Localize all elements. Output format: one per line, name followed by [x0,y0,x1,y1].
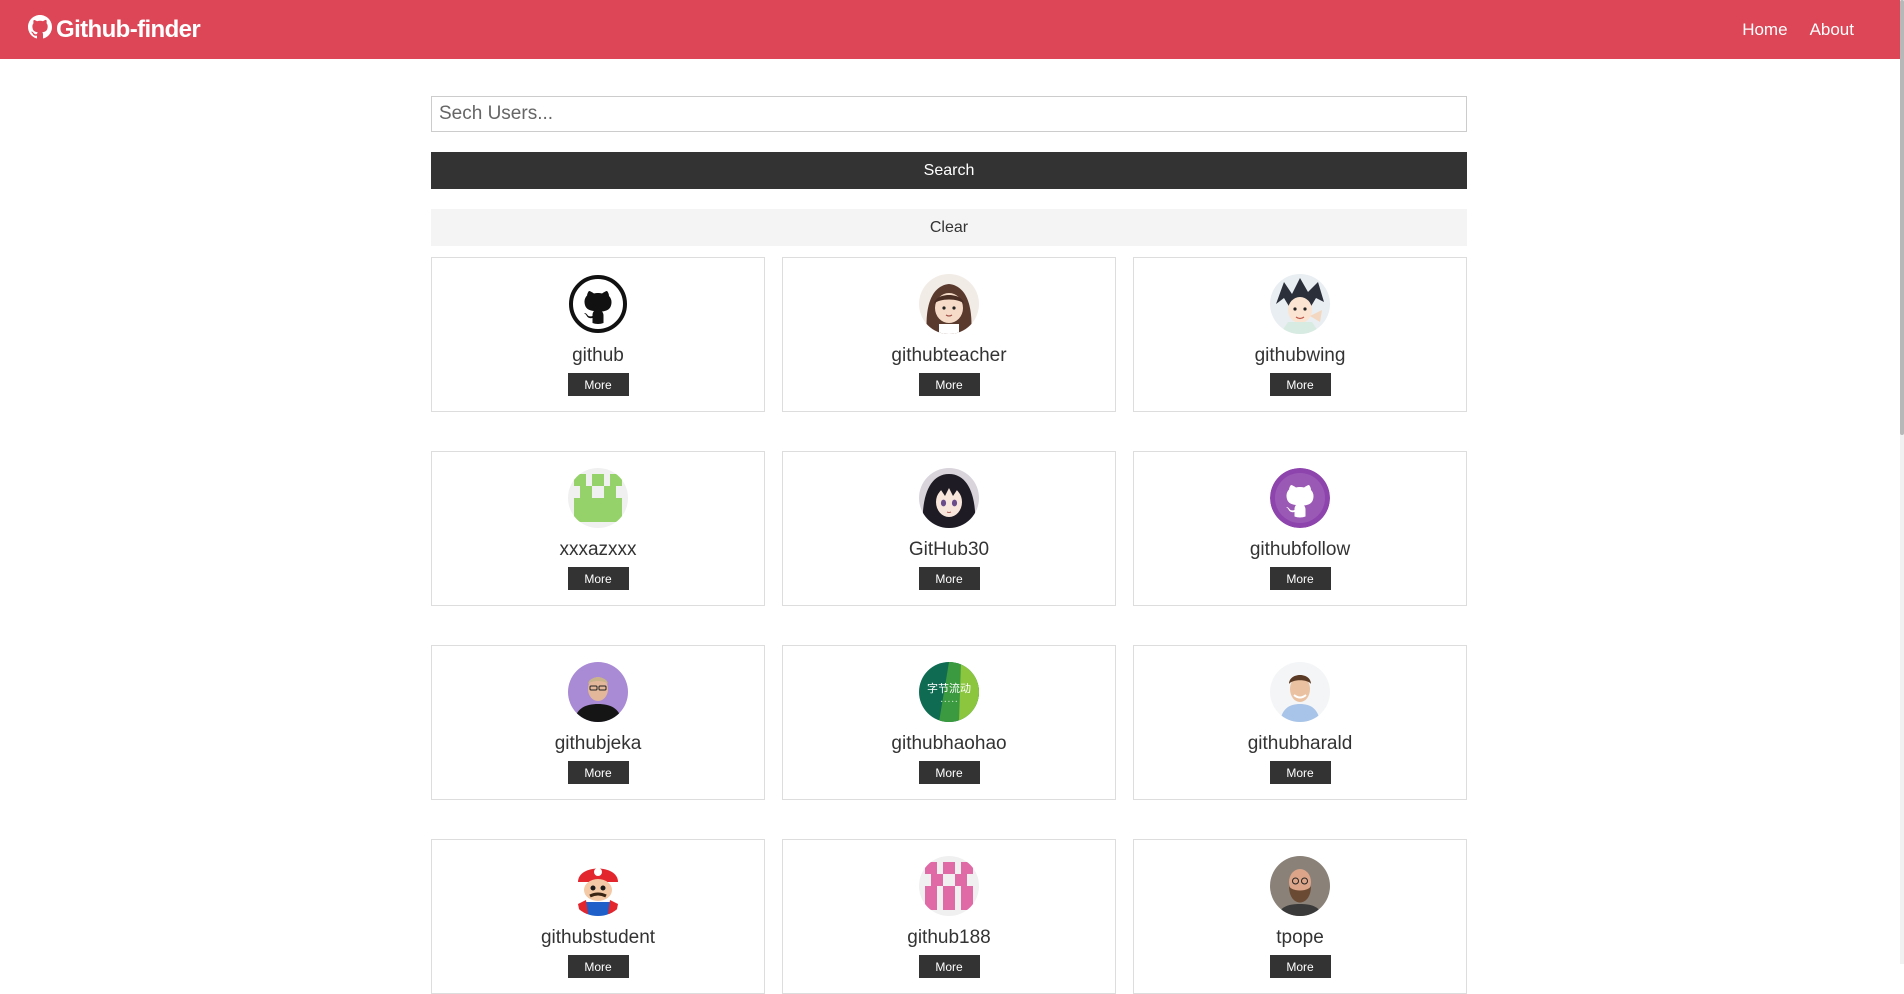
clear-button[interactable]: Clear [431,209,1467,246]
more-button[interactable]: More [567,373,629,396]
more-button[interactable]: More [1269,373,1331,396]
user-card: tpope More [1133,839,1467,994]
search-input[interactable] [431,96,1467,132]
user-login: githubharald [1247,733,1353,754]
more-button[interactable]: More [1269,955,1331,978]
avatar [568,662,628,722]
user-login: githubwing [1254,345,1346,366]
more-button[interactable]: More [918,373,980,396]
avatar [919,856,979,916]
more-button[interactable]: More [567,955,629,978]
user-card: xxxazxxx More [431,451,765,606]
avatar [1270,274,1330,334]
user-card: githubfollow More [1133,451,1467,606]
user-login: xxxazxxx [559,539,637,560]
navbar: Github-finder Home About [0,0,1900,59]
user-card: GitHub30 More [782,451,1116,606]
more-button[interactable]: More [567,761,629,784]
user-card: githubjeka More [431,645,765,800]
user-card: githubharald More [1133,645,1467,800]
nav-link-home[interactable]: Home [1742,20,1787,40]
more-button[interactable]: More [918,955,980,978]
brand-link[interactable]: Github-finder [28,15,201,44]
brand-title: Github-finder [56,15,201,43]
avatar [1270,662,1330,722]
avatar [568,274,628,334]
search-form: Search Clear [431,96,1467,246]
user-login: githubjeka [554,733,642,754]
scrollbar-track[interactable] [1900,0,1904,964]
avatar [919,468,979,528]
github-icon [28,15,56,44]
user-card: github More [431,257,765,412]
nav-link-about[interactable]: About [1810,20,1854,40]
avatar [919,274,979,334]
avatar-text: 字节流动 [927,681,971,695]
scrollbar-thumb[interactable] [1900,0,1904,435]
user-card: github188 More [782,839,1116,994]
search-button[interactable]: Search [431,152,1467,189]
more-button[interactable]: More [918,567,980,590]
more-button[interactable]: More [918,761,980,784]
user-login: github188 [907,927,991,948]
avatar [1270,856,1330,916]
users-grid: github More githubteacher More githubwin… [431,257,1467,994]
user-login: tpope [1276,927,1324,948]
user-login: github [572,345,624,366]
user-card: githubstudent More [431,839,765,994]
user-card: 字节流动 • • • • • githubhaohao More [782,645,1116,800]
svg-text:• • • • •: • • • • • [941,699,958,704]
user-login: githubteacher [891,345,1007,366]
more-button[interactable]: More [1269,567,1331,590]
nav-links: Home About [1742,20,1854,40]
user-card: githubteacher More [782,257,1116,412]
user-card: githubwing More [1133,257,1467,412]
user-login: githubfollow [1249,539,1351,560]
avatar [1270,468,1330,528]
more-button[interactable]: More [567,567,629,590]
user-login: githubstudent [540,927,656,948]
avatar [568,856,628,916]
user-login: GitHub30 [908,539,990,560]
avatar: 字节流动 • • • • • [919,662,979,722]
more-button[interactable]: More [1269,761,1331,784]
avatar [568,468,628,528]
user-login: githubhaohao [891,733,1007,754]
